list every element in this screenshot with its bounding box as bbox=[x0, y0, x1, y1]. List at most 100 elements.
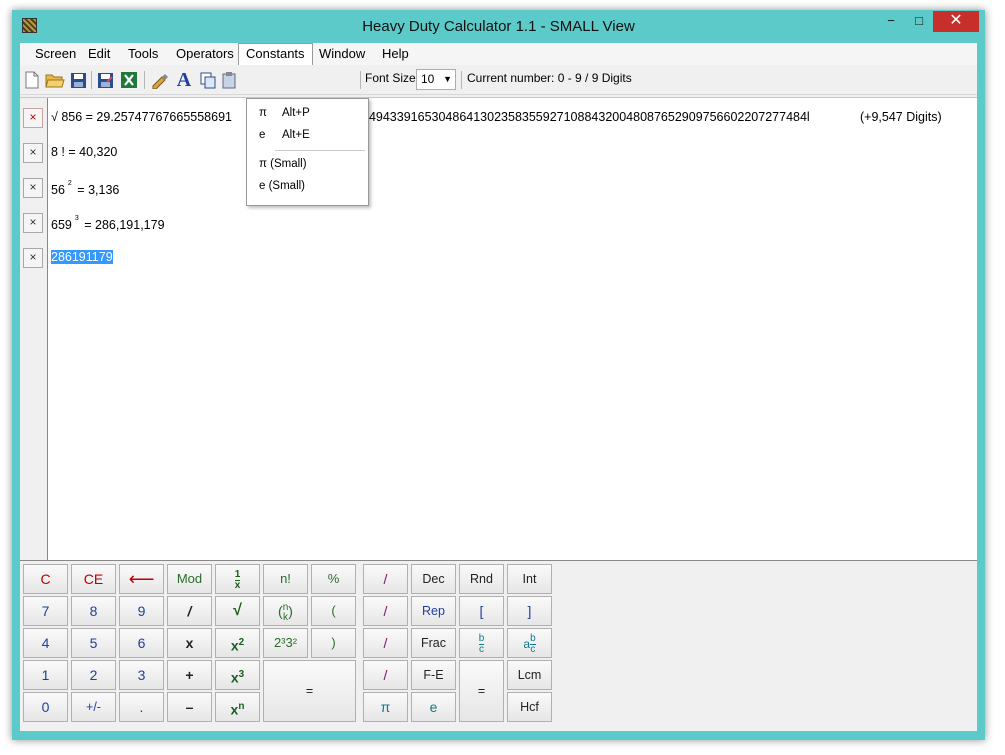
digit-5-button[interactable]: 5 bbox=[71, 628, 116, 658]
remove-line-button[interactable]: × bbox=[23, 248, 43, 268]
remove-line-button[interactable]: × bbox=[23, 143, 43, 163]
dec-button[interactable]: Dec bbox=[411, 564, 456, 594]
copy-icon[interactable] bbox=[198, 70, 218, 90]
font-size-select[interactable]: 10 ▼ bbox=[416, 69, 456, 90]
history-line[interactable]: 8 ! = 40,320 bbox=[51, 145, 117, 159]
decimal-button[interactable]: . bbox=[119, 692, 164, 722]
sign-toggle-button[interactable]: +/- bbox=[71, 692, 116, 722]
lcm-button[interactable]: Lcm bbox=[507, 660, 552, 690]
history-line[interactable]: 56 2 = 3,136 bbox=[51, 180, 119, 197]
digit-7-button[interactable]: 7 bbox=[23, 596, 68, 626]
remove-line-button[interactable]: × bbox=[23, 213, 43, 233]
menu-item-e-small[interactable]: e (Small) bbox=[247, 176, 368, 196]
font-icon[interactable]: A bbox=[174, 69, 194, 91]
save-as-icon[interactable] bbox=[95, 70, 115, 90]
digit-0-button[interactable]: 0 bbox=[23, 692, 68, 722]
hcf-button[interactable]: Hcf bbox=[507, 692, 552, 722]
menu-item-label: e bbox=[259, 129, 266, 141]
mod-button[interactable]: Mod bbox=[167, 564, 212, 594]
divide-operator-button[interactable]: / bbox=[167, 596, 212, 626]
history-line-continued: 1494339165304864130235835592710884320048… bbox=[362, 110, 810, 124]
remove-line-button[interactable]: × bbox=[23, 108, 43, 128]
history-panel[interactable]: × × × × × √ 856 = 29.25747767665558691 1… bbox=[20, 97, 977, 561]
menu-window[interactable]: Window bbox=[312, 43, 372, 65]
save-icon[interactable] bbox=[68, 70, 88, 90]
open-folder-icon[interactable] bbox=[45, 70, 65, 90]
percent-button[interactable]: % bbox=[311, 564, 356, 594]
int-button[interactable]: Int bbox=[507, 564, 552, 594]
reciprocal-button[interactable]: 1x bbox=[215, 564, 260, 594]
menu-item-pi[interactable]: π Alt+P bbox=[247, 103, 368, 123]
rnd-button[interactable]: Rnd bbox=[459, 564, 504, 594]
frac-button[interactable]: Frac bbox=[411, 628, 456, 658]
menu-edit[interactable]: Edit bbox=[81, 43, 117, 65]
open-paren-button[interactable]: ( bbox=[311, 596, 356, 626]
history-exponent: 3 bbox=[74, 215, 79, 222]
digit-6-button[interactable]: 6 bbox=[119, 628, 164, 658]
excel-icon[interactable] bbox=[119, 70, 139, 90]
menu-item-pi-small[interactable]: π (Small) bbox=[247, 154, 368, 174]
current-number-status: Current number: 0 - 9 / 9 Digits bbox=[467, 71, 632, 85]
e-button[interactable]: e bbox=[411, 692, 456, 722]
menu-item-label: π (Small) bbox=[259, 158, 307, 170]
factorial-button[interactable]: n! bbox=[263, 564, 308, 594]
square-button[interactable]: x2 bbox=[215, 628, 260, 658]
close-button[interactable]: ✕ bbox=[933, 11, 979, 32]
fraction-symbol: bc bbox=[478, 632, 485, 655]
client-area: Screen Edit Tools Operators Constants Wi… bbox=[20, 43, 977, 731]
equals-button[interactable]: = bbox=[263, 660, 356, 722]
digit-3-button[interactable]: 3 bbox=[119, 660, 164, 690]
title-bar[interactable]: Heavy Duty Calculator 1.1 - SMALL View −… bbox=[12, 10, 985, 44]
digit-8-button[interactable]: 8 bbox=[71, 596, 116, 626]
sqrt-button[interactable]: √ bbox=[215, 596, 260, 626]
digit-9-button[interactable]: 9 bbox=[119, 596, 164, 626]
open-bracket-button[interactable]: [ bbox=[459, 596, 504, 626]
menu-constants[interactable]: Constants bbox=[238, 43, 313, 65]
clear-button[interactable]: C bbox=[23, 564, 68, 594]
digit-4-button[interactable]: 4 bbox=[23, 628, 68, 658]
menu-item-e[interactable]: e Alt+E bbox=[247, 125, 368, 145]
fraction-equals-button[interactable]: = bbox=[459, 660, 504, 722]
power-n-exponent: n bbox=[238, 701, 245, 712]
multiply-button[interactable]: x bbox=[167, 628, 212, 658]
power-n-button[interactable]: xn bbox=[215, 692, 260, 722]
menu-screen[interactable]: Screen bbox=[28, 43, 83, 65]
paint-icon[interactable] bbox=[150, 70, 170, 90]
close-paren-button[interactable]: ) bbox=[311, 628, 356, 658]
current-input-line[interactable]: 286191179 bbox=[51, 250, 113, 264]
new-file-icon[interactable] bbox=[22, 70, 42, 90]
simple-fraction-button[interactable]: bc bbox=[459, 628, 504, 658]
constants-menu: π Alt+P e Alt+E π (Small) e (Small) bbox=[246, 98, 369, 206]
paste-icon[interactable] bbox=[220, 70, 240, 90]
fe-button[interactable]: F-E bbox=[411, 660, 456, 690]
selected-number[interactable]: 286191179 bbox=[51, 250, 113, 264]
square-exponent: 2 bbox=[238, 637, 245, 648]
close-bracket-button[interactable]: ] bbox=[507, 596, 552, 626]
add-button[interactable]: + bbox=[167, 660, 212, 690]
maximize-button[interactable]: □ bbox=[906, 11, 932, 32]
divide-button[interactable]: / bbox=[363, 564, 408, 594]
history-result: = 286,191,179 bbox=[84, 218, 165, 232]
power-tower-button[interactable]: 2³3² bbox=[263, 628, 308, 658]
digit-2-button[interactable]: 2 bbox=[71, 660, 116, 690]
digit-1-button[interactable]: 1 bbox=[23, 660, 68, 690]
minimize-button[interactable]: − bbox=[878, 11, 904, 32]
rep-button[interactable]: Rep bbox=[411, 596, 456, 626]
menu-tools[interactable]: Tools bbox=[121, 43, 165, 65]
divide-button[interactable]: / bbox=[363, 660, 408, 690]
clear-entry-button[interactable]: CE bbox=[71, 564, 116, 594]
cube-button[interactable]: x3 bbox=[215, 660, 260, 690]
divide-button[interactable]: / bbox=[363, 596, 408, 626]
history-line[interactable]: √ 856 = 29.25747767665558691 bbox=[51, 110, 232, 124]
backspace-button[interactable]: ⟵ bbox=[119, 564, 164, 594]
combination-button[interactable]: (n k) bbox=[263, 596, 308, 626]
divide-button[interactable]: / bbox=[363, 628, 408, 658]
remove-line-button[interactable]: × bbox=[23, 178, 43, 198]
history-line[interactable]: 659 3 = 286,191,179 bbox=[51, 215, 165, 232]
menu-help[interactable]: Help bbox=[375, 43, 416, 65]
app-window: Heavy Duty Calculator 1.1 - SMALL View −… bbox=[12, 10, 985, 740]
subtract-button[interactable]: – bbox=[167, 692, 212, 722]
mixed-fraction-button[interactable]: abc bbox=[507, 628, 552, 658]
menu-operators[interactable]: Operators bbox=[169, 43, 241, 65]
pi-button[interactable]: π bbox=[363, 692, 408, 722]
